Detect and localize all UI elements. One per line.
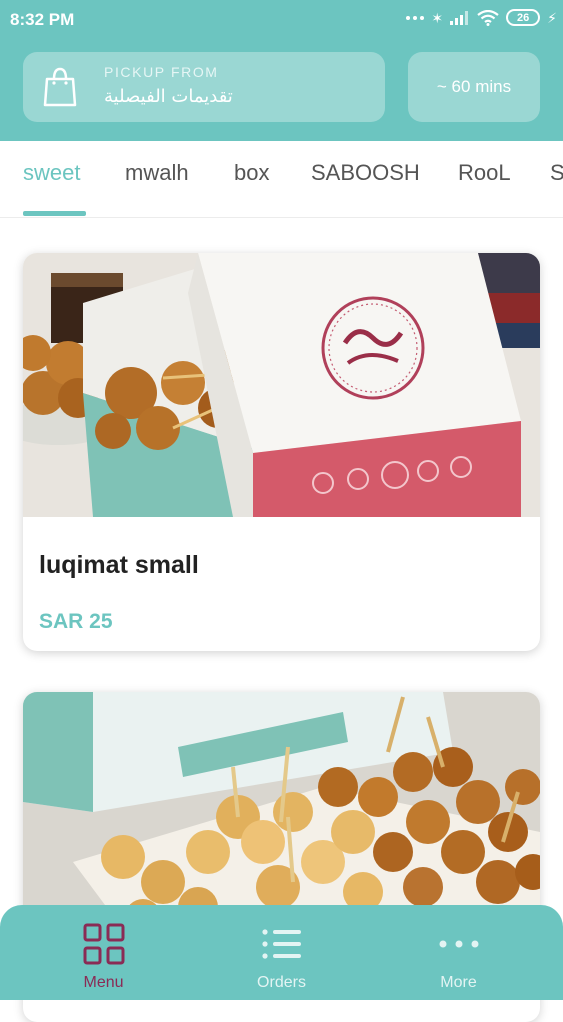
product-price: SAR 25 [39, 610, 113, 633]
shopping-bag-icon [43, 67, 77, 107]
wifi-icon [477, 9, 499, 26]
pickup-location-selector[interactable]: PICKUP FROM تقديمات الفيصلية [23, 52, 385, 122]
battery-icon: 26 [506, 9, 541, 26]
tab-saboosh[interactable]: SABOOSH [311, 160, 420, 186]
status-icons: ✶ 26 ⚡ [406, 9, 557, 26]
product-image [23, 253, 540, 517]
pickup-label: PICKUP FROM [104, 64, 219, 80]
nav-more-label: More [440, 974, 477, 991]
signal-icon [450, 10, 469, 25]
app-header: 8:32 PM ✶ 26 ⚡ PICKUP FROM تقديمات الفيص… [0, 0, 563, 141]
nav-more[interactable]: More [365, 905, 552, 1000]
status-time: 8:32 PM [10, 10, 75, 29]
overflow-dots-icon [406, 15, 425, 20]
bottom-navigation: Menu Orders More [0, 905, 563, 1000]
category-tabs: sweet mwalh box SABOOSH RooL S [0, 141, 563, 218]
nav-orders[interactable]: Orders [188, 905, 375, 1000]
status-bar: 8:32 PM ✶ 26 ⚡ [0, 0, 563, 40]
tab-mwalh[interactable]: mwalh [125, 160, 189, 186]
nav-menu[interactable]: Menu [10, 905, 197, 1000]
tab-s[interactable]: S [550, 160, 563, 186]
active-tab-indicator [23, 211, 86, 216]
eta-button[interactable]: ~ 60 mins [408, 52, 540, 122]
tab-sweet[interactable]: sweet [23, 160, 80, 186]
battery-level: 26 [517, 11, 530, 24]
list-icon [262, 929, 301, 959]
more-dots-icon [439, 940, 479, 948]
eta-label: ~ 60 mins [436, 77, 512, 96]
charging-icon: ⚡ [547, 9, 557, 26]
nav-orders-label: Orders [257, 974, 306, 991]
bluetooth-icon: ✶ [431, 9, 444, 26]
grid-icon [83, 923, 125, 965]
product-card[interactable]: luqimat small SAR 25 [23, 253, 540, 651]
nav-menu-label: Menu [83, 974, 124, 991]
pickup-store-name: تقديمات الفيصلية [104, 86, 233, 107]
product-name: luqimat small [39, 551, 199, 579]
tab-box[interactable]: box [234, 160, 269, 186]
tab-rool[interactable]: RooL [458, 160, 511, 186]
